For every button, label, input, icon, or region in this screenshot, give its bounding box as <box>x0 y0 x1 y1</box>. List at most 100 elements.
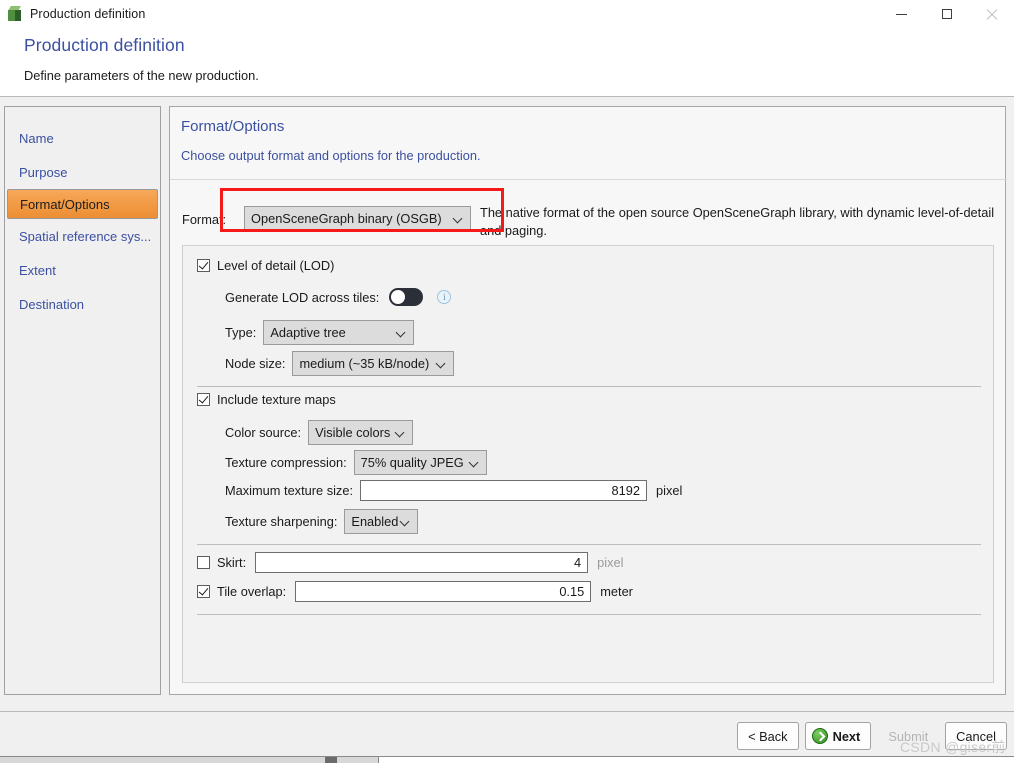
sidebar-item-label: Purpose <box>19 164 68 180</box>
body-area: Name Purpose Format/Options Spatial refe… <box>0 97 1014 711</box>
maximize-button[interactable] <box>924 0 969 28</box>
texture-compression-row: Texture compression: 75% quality JPEG <box>225 450 487 475</box>
section-divider-1 <box>197 386 981 387</box>
maximum-texture-size-value: 8192 <box>611 483 641 498</box>
format-label: Format: <box>182 212 227 227</box>
skirt-value: 4 <box>574 555 582 570</box>
sidebar-item-spatial-reference-system[interactable]: Spatial reference sys... <box>5 219 160 253</box>
window-controls <box>879 0 1014 28</box>
close-icon <box>986 9 997 20</box>
sidebar-item-purpose[interactable]: Purpose <box>5 155 160 189</box>
maximum-texture-size-label: Maximum texture size: <box>225 483 354 498</box>
format-select[interactable]: OpenSceneGraph binary (OSGB) <box>244 206 471 231</box>
title-bar: Production definition <box>0 0 1014 28</box>
chevron-down-icon <box>401 517 410 526</box>
lod-type-select[interactable]: Adaptive tree <box>263 320 415 345</box>
bottom-window-edge <box>0 756 1014 763</box>
generate-lod-across-tiles-toggle[interactable] <box>389 288 424 306</box>
production-definition-window: Production definition Production definit… <box>0 0 1014 763</box>
minimize-icon <box>896 13 907 15</box>
close-button[interactable] <box>969 0 1014 28</box>
sidebar-item-label: Extent <box>19 262 56 278</box>
maximize-icon <box>941 9 952 19</box>
panel-title: Format/Options <box>181 118 285 135</box>
chevron-down-icon <box>397 328 406 337</box>
lod-type-value: Adaptive tree <box>270 325 346 340</box>
sidebar-item-label: Name <box>19 130 54 146</box>
next-arrow-icon <box>811 728 828 744</box>
chevron-down-icon <box>470 458 479 467</box>
options-groupbox: Level of detail (LOD) Generate LOD acros… <box>182 245 994 683</box>
lod-type-row: Type: Adaptive tree <box>225 320 415 345</box>
tile-overlap-label: Tile overlap: <box>217 584 287 599</box>
chevron-down-icon <box>437 359 446 368</box>
info-icon[interactable]: i <box>437 290 452 304</box>
section-divider-3 <box>197 614 981 615</box>
sidebar-item-label: Format/Options <box>20 196 110 212</box>
cube-icon <box>7 6 23 22</box>
page-title: Production definition <box>24 35 185 55</box>
skirt-row: Skirt: 4 pixel <box>197 552 623 573</box>
node-size-row: Node size: medium (~35 kB/node) <box>225 351 455 376</box>
sidebar-item-destination[interactable]: Destination <box>5 287 160 321</box>
texture-compression-value: 75% quality JPEG <box>360 455 464 470</box>
tile-overlap-checkbox[interactable] <box>197 585 210 598</box>
lod-type-label: Type: <box>225 325 257 340</box>
include-texture-maps-checkbox[interactable] <box>197 393 210 406</box>
color-source-select[interactable]: Visible colors <box>308 420 414 445</box>
bottom-edge-notch <box>325 757 337 763</box>
sidebar-item-format-options[interactable]: Format/Options <box>7 189 158 219</box>
generate-lod-across-tiles-row: Generate LOD across tiles: i <box>225 288 452 306</box>
tile-overlap-input[interactable]: 0.15 <box>295 581 592 602</box>
format-options-panel: Format/Options Choose output format and … <box>169 106 1007 695</box>
color-source-row: Color source: Visible colors <box>225 420 414 445</box>
node-size-select[interactable]: medium (~35 kB/node) <box>292 351 455 376</box>
texture-sharpening-value: Enabled <box>351 514 399 529</box>
page-subtitle: Define parameters of the new production. <box>24 68 259 83</box>
sidebar-item-label: Destination <box>19 296 85 312</box>
sidebar-item-name[interactable]: Name <box>5 121 160 155</box>
texture-compression-label: Texture compression: <box>225 455 347 470</box>
lod-checkbox-row[interactable]: Level of detail (LOD) <box>197 258 334 273</box>
format-description: The native format of the open source Ope… <box>480 205 995 238</box>
watermark: CSDN @giser前 <box>900 739 1006 755</box>
format-row: Format: OpenSceneGraph binary (OSGB) The… <box>182 201 994 241</box>
include-texture-maps-row[interactable]: Include texture maps <box>197 392 336 407</box>
texture-sharpening-select[interactable]: Enabled <box>344 509 419 534</box>
node-size-value: medium (~35 kB/node) <box>299 356 430 371</box>
tile-overlap-value: 0.15 <box>559 584 585 599</box>
sidebar-item-label: Spatial reference sys... <box>19 228 152 244</box>
texture-sharpening-label: Texture sharpening: <box>225 514 338 529</box>
chevron-down-icon <box>396 428 405 437</box>
color-source-label: Color source: <box>225 425 302 440</box>
skirt-unit: pixel <box>597 555 624 570</box>
back-button[interactable]: < Back <box>737 722 799 750</box>
wizard-step-sidebar: Name Purpose Format/Options Spatial refe… <box>4 106 161 695</box>
next-button[interactable]: Next <box>804 722 872 750</box>
generate-lod-across-tiles-label: Generate LOD across tiles: <box>225 289 380 305</box>
sidebar-item-extent[interactable]: Extent <box>5 253 160 287</box>
color-source-value: Visible colors <box>315 425 391 440</box>
include-texture-maps-label: Include texture maps <box>217 392 336 407</box>
maximum-texture-size-row: Maximum texture size: 8192 pixel <box>225 480 682 501</box>
next-button-label: Next <box>832 728 861 744</box>
maximum-texture-size-unit: pixel <box>656 483 683 498</box>
texture-sharpening-row: Texture sharpening: Enabled <box>225 509 419 534</box>
maximum-texture-size-input[interactable]: 8192 <box>360 480 648 501</box>
lod-checkbox[interactable] <box>197 259 210 272</box>
bottom-edge-right <box>378 757 1014 763</box>
node-size-label: Node size: <box>225 356 286 371</box>
skirt-checkbox[interactable] <box>197 556 210 569</box>
skirt-label: Skirt: <box>217 555 247 570</box>
tile-overlap-row: Tile overlap: 0.15 meter <box>197 581 633 602</box>
skirt-input[interactable]: 4 <box>255 552 589 573</box>
chevron-down-icon <box>454 214 463 223</box>
panel-subtitle: Choose output format and options for the… <box>181 148 481 163</box>
tile-overlap-unit: meter <box>600 584 633 599</box>
section-divider-2 <box>197 544 981 545</box>
page-header: Production definition Define parameters … <box>0 28 1014 96</box>
format-select-value: OpenSceneGraph binary (OSGB) <box>251 211 442 226</box>
minimize-button[interactable] <box>879 0 924 28</box>
texture-compression-select[interactable]: 75% quality JPEG <box>353 450 487 475</box>
lod-checkbox-label: Level of detail (LOD) <box>217 258 335 273</box>
